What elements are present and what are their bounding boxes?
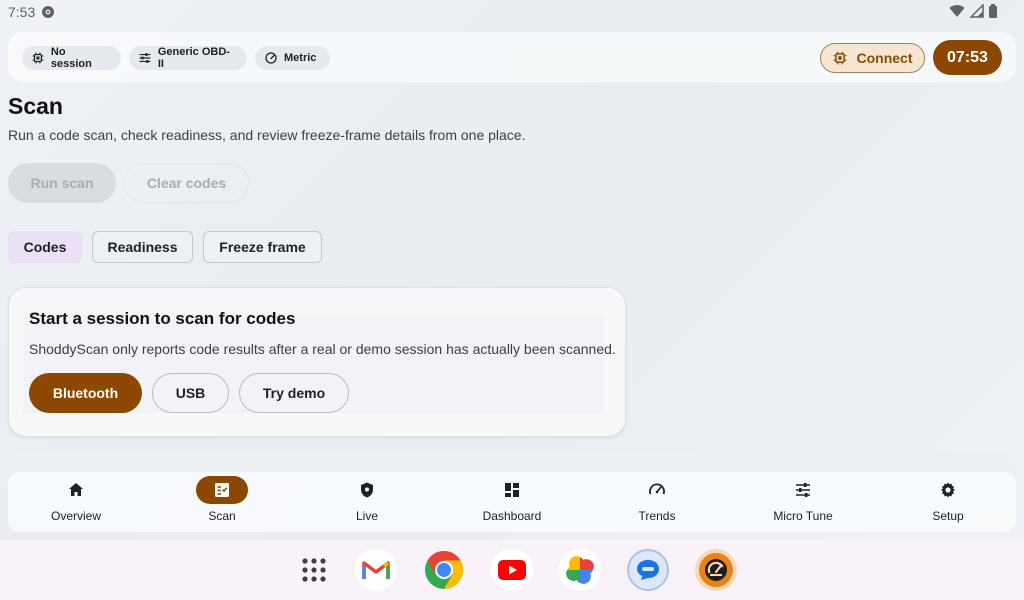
speedometer-icon [649, 483, 665, 495]
scan-checklist-icon [215, 483, 229, 497]
tab-readiness[interactable]: Readiness [92, 231, 193, 263]
clock-text: 07:53 [947, 48, 988, 66]
chrome-app-icon[interactable] [423, 549, 465, 591]
nav-label: Trends [638, 509, 676, 523]
nav-label: Dashboard [482, 509, 542, 523]
bottom-navigation: Overview Scan Live Dashboard Trends Micr… [8, 472, 1016, 532]
nav-icon-container [777, 476, 829, 504]
vehicle-profile-label: Generic OBD-II [157, 46, 230, 70]
bluetooth-button[interactable]: Bluetooth [29, 373, 142, 413]
grid-dots-icon [302, 558, 326, 582]
page-title: Scan [8, 93, 63, 119]
run-scan-button[interactable]: Run scan [8, 163, 116, 203]
nav-label: Overview [50, 509, 101, 523]
system-dock [0, 540, 1024, 600]
card-description: ShoddyScan only reports code results aft… [29, 341, 616, 357]
cell-signal-icon [969, 4, 984, 18]
nav-icon-container [631, 476, 683, 504]
clear-codes-button[interactable]: Clear codes [124, 163, 249, 203]
messages-app-icon[interactable] [627, 549, 669, 591]
chrome-icon [425, 550, 464, 590]
chip-icon [32, 52, 44, 64]
photos-pinwheel-icon [566, 556, 594, 584]
nav-icon-container [486, 476, 538, 504]
nav-item-scan[interactable]: Scan [154, 472, 290, 532]
nav-label: Scan [208, 509, 236, 523]
nav-icon-container [196, 476, 248, 504]
page-subtitle: Run a code scan, check readiness, and re… [8, 127, 526, 143]
shoddyscan-app-icon[interactable] [695, 549, 737, 591]
nav-label: Live [355, 509, 378, 523]
shield-icon [361, 482, 373, 498]
nav-item-setup[interactable]: Setup [880, 472, 1016, 532]
tab-freeze-frame[interactable]: Freeze frame [203, 231, 322, 263]
nav-label: Micro Tune [773, 509, 833, 523]
app-drawer-icon[interactable] [293, 549, 335, 591]
vehicle-profile-chip[interactable]: Generic OBD-II [129, 46, 247, 70]
start-session-card: Start a session to scan for codes Shoddy… [8, 287, 626, 437]
nav-item-dashboard[interactable]: Dashboard [444, 472, 580, 532]
clock-badge: 07:53 [933, 40, 1002, 75]
chat-bubble-icon [637, 560, 659, 580]
tab-codes[interactable]: Codes [8, 231, 82, 263]
nav-icon-container [922, 476, 974, 504]
settings-notification-icon [42, 6, 54, 18]
gmail-app-icon[interactable] [355, 549, 397, 591]
units-chip[interactable]: Metric [255, 46, 330, 70]
speedometer-icon [265, 52, 277, 64]
connect-label: Connect [856, 50, 913, 66]
connect-button[interactable]: Connect [820, 43, 925, 73]
nav-icon-container [50, 476, 102, 504]
card-title: Start a session to scan for codes [29, 309, 296, 328]
nav-item-micro-tune[interactable]: Micro Tune [735, 472, 871, 532]
nav-item-live[interactable]: Live [299, 472, 435, 532]
photos-app-icon[interactable] [559, 549, 601, 591]
gear-icon [941, 482, 955, 498]
wifi-icon [949, 5, 965, 18]
gmail-icon [362, 561, 390, 579]
nav-item-trends[interactable]: Trends [589, 472, 725, 532]
top-bar: No session Generic OBD-II Metric Connect… [8, 32, 1016, 82]
nav-item-overview[interactable]: Overview [8, 472, 144, 532]
try-demo-button[interactable]: Try demo [239, 373, 349, 413]
tune-icon [139, 53, 151, 63]
youtube-app-icon[interactable] [491, 549, 533, 591]
status-bar: 7:53 [0, 0, 1024, 24]
status-time: 7:53 [8, 4, 36, 20]
nav-icon-container [341, 476, 393, 504]
nav-label: Setup [932, 509, 964, 523]
shoddyscan-logo-icon [699, 553, 733, 587]
session-status-chip[interactable]: No session [22, 46, 121, 70]
content-edge [8, 452, 1014, 472]
chip-icon [833, 51, 846, 65]
youtube-icon [498, 560, 526, 580]
sliders-icon [796, 483, 810, 497]
dashboard-icon [505, 483, 519, 497]
units-label: Metric [284, 52, 317, 64]
session-status-label: No session [50, 46, 92, 70]
usb-button[interactable]: USB [152, 373, 229, 413]
status-icons [949, 4, 998, 22]
home-icon [69, 483, 83, 496]
battery-icon [989, 4, 997, 18]
